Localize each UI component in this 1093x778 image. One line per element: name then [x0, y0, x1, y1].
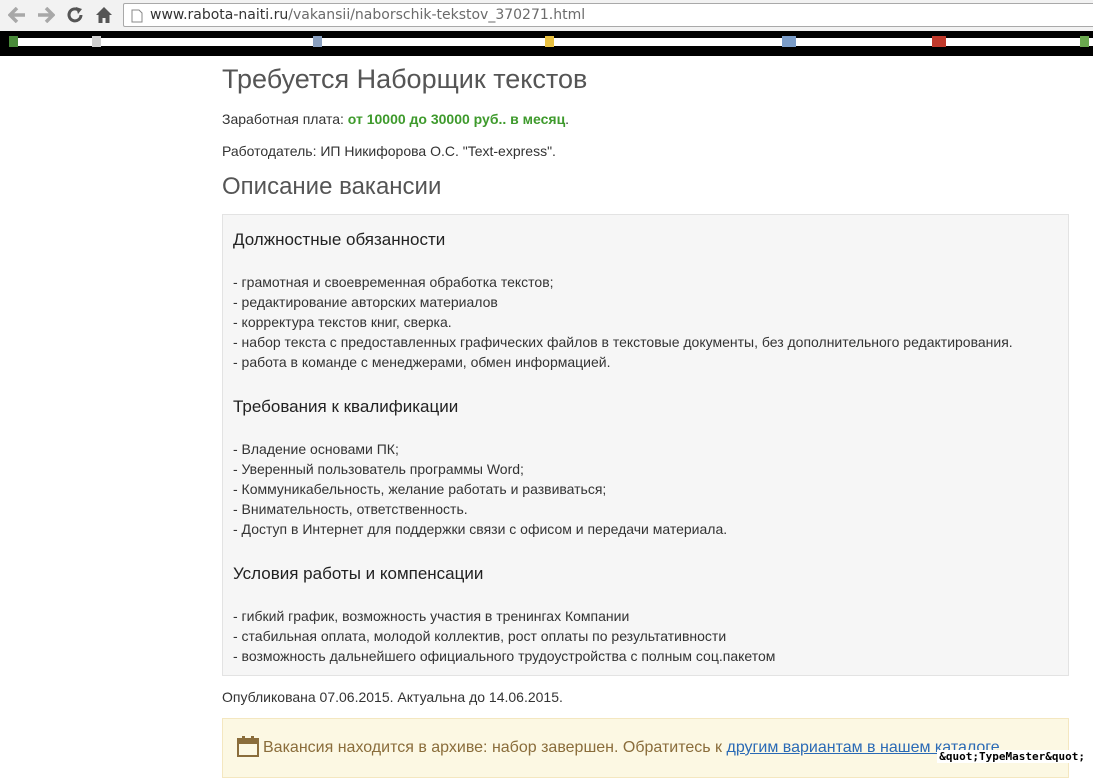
address-bar[interactable]: www.rabota-naiti.ru/vakansii/naborschik-… — [123, 3, 1093, 27]
description-heading: Описание вакансии — [222, 173, 442, 200]
list-item: - редактирование авторских материалов — [233, 294, 498, 310]
section-heading-conditions: Условия работы и компенсации — [233, 564, 484, 583]
page-title: Требуется Наборщик текстов — [222, 64, 588, 94]
salary-line: Заработная плата: от 10000 до 30000 руб.… — [222, 111, 569, 127]
bookmark-favicon-icon[interactable] — [9, 36, 18, 47]
watermark: &quot;TypeMaster&quot; — [937, 750, 1087, 763]
list-item: - гибкий график, возможность участия в т… — [233, 608, 630, 624]
list-item: - грамотная и своевременная обработка те… — [233, 274, 554, 290]
section-heading-duties: Должностные обязанности — [233, 230, 446, 249]
bookmark-favicon-icon[interactable] — [932, 36, 946, 47]
list-item: - стабильная оплата, молодой коллектив, … — [233, 628, 727, 644]
list-item: - Внимательность, ответственность. — [233, 501, 468, 517]
bookmark-favicon-icon[interactable] — [92, 36, 101, 47]
bookmark-favicon-icon[interactable] — [313, 36, 322, 47]
list-item: - возможность дальнейшего официального т… — [233, 648, 776, 664]
reload-icon — [67, 7, 83, 23]
calendar-icon — [237, 735, 259, 762]
list-item: - набор текста с предоставленных графиче… — [233, 334, 1013, 350]
salary-end: . — [565, 111, 570, 127]
browser-toolbar: www.rabota-naiti.ru/vakansii/naborschik-… — [0, 0, 1093, 31]
list-item: - корректура текстов книг, сверка. — [233, 314, 452, 330]
archive-message: Вакансия находится в архиве: набор завер… — [263, 739, 1000, 757]
employer-line: Работодатель: ИП Никифорова О.С. "Text-e… — [222, 143, 556, 159]
duties-list: - грамотная и своевременная обработка те… — [233, 272, 1013, 372]
url-path: /vakansii/naborschik-tekstov_370271.html — [288, 7, 586, 23]
back-button[interactable] — [6, 4, 28, 26]
bookmark-favicon-icon[interactable] — [782, 36, 796, 47]
archive-notice: Вакансия находится в архиве: набор завер… — [222, 718, 1069, 778]
reload-button[interactable] — [64, 4, 86, 26]
home-icon — [96, 7, 112, 23]
url-text: www.rabota-naiti.ru/vakansii/naborschik-… — [150, 7, 585, 23]
archive-text: Вакансия находится в архиве: набор завер… — [263, 739, 727, 756]
list-item: - работа в команде с менеджерами, обмен … — [233, 354, 611, 370]
list-item: - Доступ в Интернет для поддержки связи … — [233, 521, 728, 537]
salary-label: Заработная плата: — [222, 111, 348, 127]
page-icon — [131, 9, 143, 28]
requirements-list: - Владение основами ПК; - Уверенный поль… — [233, 439, 727, 539]
published-date: Опубликована 07.06.2015. Актуальна до 14… — [222, 689, 563, 705]
home-button[interactable] — [93, 4, 115, 26]
bookmark-favicon-icon[interactable] — [545, 36, 554, 47]
bookmarks-bar — [0, 31, 1093, 56]
list-item: - Владение основами ПК; — [233, 441, 399, 457]
list-item: - Коммуникабельность, желание работать и… — [233, 481, 607, 497]
description-panel: Должностные обязанности - грамотная и св… — [222, 214, 1069, 676]
section-heading-requirements: Требования к квалификации — [233, 397, 459, 416]
bookmark-favicon-icon[interactable] — [1080, 36, 1089, 47]
forward-button[interactable] — [35, 4, 57, 26]
arrow-left-icon — [8, 7, 25, 23]
conditions-list: - гибкий график, возможность участия в т… — [233, 606, 775, 666]
arrow-right-icon — [38, 7, 55, 23]
list-item: - Уверенный пользователь программы Word; — [233, 461, 524, 477]
url-domain: www.rabota-naiti.ru — [150, 7, 289, 23]
salary-value: от 10000 до 30000 руб.. в месяц — [347, 111, 566, 127]
